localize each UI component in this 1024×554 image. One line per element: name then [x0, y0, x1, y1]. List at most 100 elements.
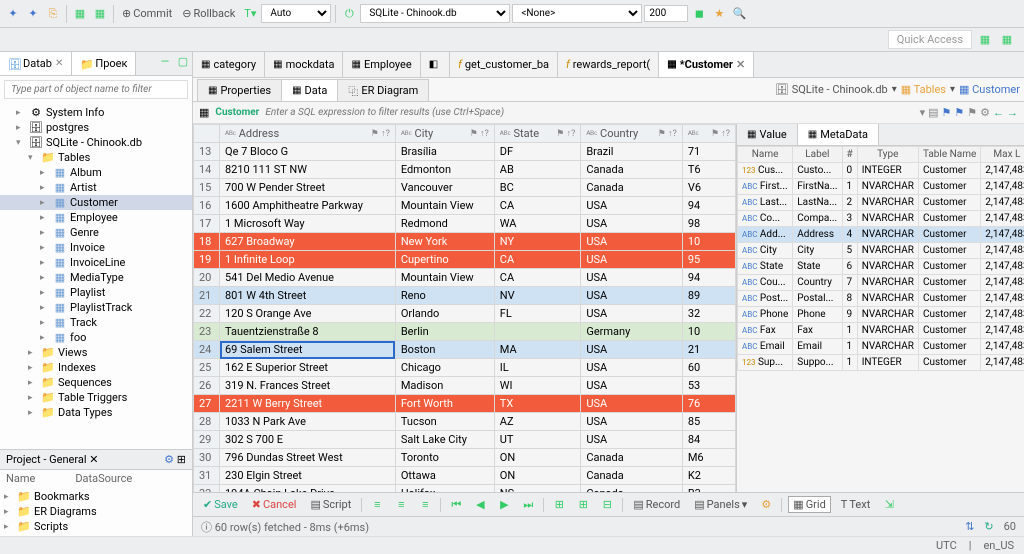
status-sync-icon[interactable]: ⇅ [965, 520, 974, 533]
database-tree[interactable]: ▸⚙System Info▸🗄postgres▾🗄SQLite - Chinoo… [0, 103, 192, 449]
commit-button[interactable]: ⊕ Commit [118, 6, 176, 21]
data-row[interactable]: 171 Microsoft WayRedmondWAUSA98 [194, 215, 736, 233]
project-item-er-diagrams[interactable]: ▸📁ER Diagrams [0, 504, 192, 519]
maximize-icon[interactable]: ▢ [174, 52, 192, 70]
meta-row[interactable]: ABC Last...LastNa...2NVARCHARCustomer2,1… [738, 195, 1024, 211]
first-page-icon[interactable]: ⏮ [447, 496, 465, 514]
tree-node-foo[interactable]: ▸▦foo [0, 330, 192, 345]
data-row[interactable]: 2469 Salem StreetBostonMAUSA21 [194, 341, 736, 359]
cancel-button[interactable]: ✖ Cancel [248, 497, 301, 512]
meta-row[interactable]: ABC EmailEmail1NVARCHARCustomer2,147,483 [738, 339, 1024, 355]
tree-node-playlisttrack[interactable]: ▸▦PlaylistTrack [0, 300, 192, 315]
row-limit-input[interactable] [644, 5, 688, 22]
data-row[interactable]: 15700 W Pender StreetVancouverBCCanadaV6 [194, 179, 736, 197]
filter-settings-icon[interactable]: ⚙ [980, 106, 990, 119]
tree-node-views[interactable]: ▸📁Views [0, 345, 192, 360]
collapse-icon[interactable]: ⊞ [177, 453, 186, 466]
filter-history-icon[interactable]: ▤ [928, 106, 938, 119]
config-icon[interactable]: ⚙ [757, 496, 775, 514]
data-row[interactable]: 29302 S 700 ESalt Lake CityUTUSA84 [194, 431, 736, 449]
editor-tab-category[interactable]: ▦ category [193, 52, 265, 77]
tree-node-invoiceline[interactable]: ▸▦InvoiceLine [0, 255, 192, 270]
data-row[interactable]: 23Tauentzienstraße 8BerlinGermany10 [194, 323, 736, 341]
nav-back-icon[interactable]: ← [993, 106, 1004, 119]
tx-icon[interactable]: T▾ [241, 5, 259, 23]
refresh-icon[interactable]: ↻ [984, 520, 993, 533]
meta-row[interactable]: ABC Co...Compa...3NVARCHARCustomer2,147,… [738, 211, 1024, 227]
tree-filter-input[interactable] [4, 80, 188, 99]
data-row[interactable]: 26319 N. Frances StreetMadisonWIUSA53 [194, 377, 736, 395]
col-country[interactable]: ᴬᴮᶜ Country⚑ ↑? [581, 125, 682, 143]
gear-icon[interactable]: ⚙ [164, 453, 174, 466]
tree-node-invoice[interactable]: ▸▦Invoice [0, 240, 192, 255]
script-button[interactable]: ▤ Script [306, 497, 355, 512]
project-item-scripts[interactable]: ▸📁Scripts [0, 519, 192, 534]
tree-node-system-info[interactable]: ▸⚙System Info [0, 105, 192, 120]
favorites-icon[interactable]: ★ [710, 5, 728, 23]
export-icon[interactable]: ⇲ [880, 496, 898, 514]
disconnect-icon[interactable]: ⏻ [340, 5, 358, 23]
data-row[interactable]: 22120 S Orange AveOrlandoFLUSA32 [194, 305, 736, 323]
data-row[interactable]: 21801 W 4th StreetRenoNVUSA89 [194, 287, 736, 305]
sql-filter-input[interactable] [265, 107, 913, 118]
side-tab-value[interactable]: ▦ Value [737, 124, 798, 145]
prev-page-icon[interactable]: ◀ [471, 496, 489, 514]
data-row[interactable]: 281033 N Park AveTucsonAZUSA85 [194, 413, 736, 431]
tree-node-indexes[interactable]: ▸📁Indexes [0, 360, 192, 375]
editor-tab-mockdata[interactable]: ▦ mockdata [265, 52, 343, 77]
rollback-button[interactable]: ⊖ Rollback [178, 6, 239, 21]
editor-tab-employee[interactable]: ▦ Employee [343, 52, 420, 77]
subtab-data[interactable]: ▦ Data [281, 79, 338, 101]
editor-tab--sqlite-chino[interactable]: ◧ [421, 52, 450, 77]
data-row[interactable]: 13Qe 7 Bloco GBrasíliaDFBrazil71 [194, 143, 736, 161]
meta-row[interactable]: ABC FaxFax1NVARCHARCustomer2,147,483 [738, 323, 1024, 339]
data-row[interactable]: 32194A Chain Lake DriveHalifaxNSCanadaB3 [194, 485, 736, 493]
col-pc[interactable]: ᴬᴮᶜ ⚑ ↑? [682, 125, 735, 143]
breadcrumb-connection[interactable]: 🗄 SQLite - Chinook.db [775, 83, 888, 96]
add-row-icon[interactable]: ⊞ [550, 496, 568, 514]
data-row[interactable]: 148210 111 ST NWEdmontonABCanadaT6 [194, 161, 736, 179]
next-page-icon[interactable]: ▶ [495, 496, 513, 514]
meta-row[interactable]: ABC Add...Address4NVARCHARCustomer2,147,… [738, 227, 1024, 243]
tree-node-sequences[interactable]: ▸📁Sequences [0, 375, 192, 390]
data-row[interactable]: 18627 BroadwayNew YorkNYUSA10 [194, 233, 736, 251]
filter-fun2-icon[interactable]: ⚑ [954, 106, 964, 119]
side-tab-metadata[interactable]: ▦ MetaData [798, 124, 879, 145]
align-left-icon[interactable]: ≡ [368, 496, 386, 514]
data-row[interactable]: 161600 Amphitheatre ParkwayMountain View… [194, 197, 736, 215]
meta-row[interactable]: 123 Cus...Custo...0INTEGERCustomer2,147,… [738, 163, 1024, 179]
close-icon[interactable]: ✕ [89, 453, 98, 466]
tree-node-album[interactable]: ▸▦Album [0, 165, 192, 180]
breadcrumb-tables[interactable]: ▦ Tables [901, 83, 946, 96]
panels-button[interactable]: ▤ Panels ▾ [690, 497, 751, 512]
filter-apply-icon[interactable]: ▾ [920, 106, 926, 119]
subtab-properties[interactable]: ▦ Properties [197, 79, 282, 101]
grid-view-button[interactable]: ▦ Grid [788, 496, 831, 513]
meta-row[interactable]: ABC PhonePhone9NVARCHARCustomer2,147,483 [738, 307, 1024, 323]
tree-node-genre[interactable]: ▸▦Genre [0, 225, 192, 240]
col-address[interactable]: ᴬᴮᶜ Address⚑ ↑? [220, 125, 396, 143]
meta-row[interactable]: ABC First...FirstNa...1NVARCHARCustomer2… [738, 179, 1024, 195]
tab-projects[interactable]: 📁Проек [72, 52, 136, 75]
data-row[interactable]: 272211 W Berry StreetFort WorthTXUSA76 [194, 395, 736, 413]
record-button[interactable]: ▤ Record [629, 497, 684, 512]
new-connection-icon[interactable]: ✦ [4, 5, 22, 23]
meta-row[interactable]: ABC Cou...Country7NVARCHARCustomer2,147,… [738, 275, 1024, 291]
footer-timezone[interactable]: UTC [936, 539, 957, 552]
meta-row[interactable]: 123 Sup...Suppo...1INTEGERCustomer2,147,… [738, 355, 1024, 371]
schema-select[interactable]: <None> [512, 4, 642, 23]
minimize-icon[interactable]: — [156, 52, 174, 70]
tree-node-employee[interactable]: ▸▦Employee [0, 210, 192, 225]
footer-locale[interactable]: en_US [983, 539, 1014, 552]
editor-tab-rewards-report-[interactable]: f rewards_report( [558, 52, 659, 77]
last-page-icon[interactable]: ⏭ [519, 496, 537, 514]
tx-mode-select[interactable]: Auto [261, 4, 331, 23]
del-row-icon[interactable]: ⊟ [598, 496, 616, 514]
new-sql-icon[interactable]: ⎘ [44, 5, 62, 23]
meta-row[interactable]: ABC Post...Postal...8NVARCHARCustomer2,1… [738, 291, 1024, 307]
subtab-er-diagram[interactable]: ⿻ ER Diagram [337, 79, 429, 101]
col-city[interactable]: ᴬᴮᶜ City⚑ ↑? [395, 125, 494, 143]
data-row[interactable]: 30796 Dundas Street WestTorontoONCanadaM… [194, 449, 736, 467]
tree-node-mediatype[interactable]: ▸▦MediaType [0, 270, 192, 285]
perspective1-icon[interactable]: ▦ [976, 31, 994, 49]
